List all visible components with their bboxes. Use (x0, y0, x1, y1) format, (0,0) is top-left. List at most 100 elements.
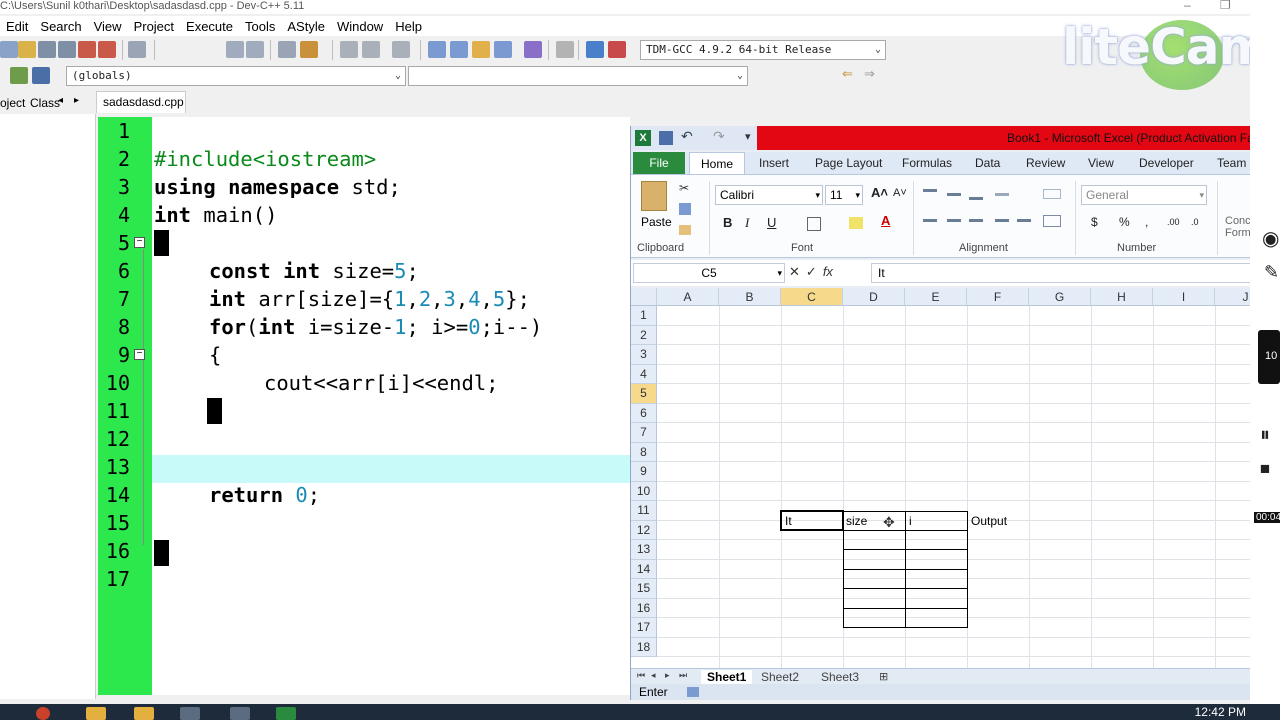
compiler-select[interactable]: TDM-GCC 4.9.2 64-bit Release ⌄ (640, 40, 886, 60)
column-header[interactable]: H (1091, 288, 1153, 306)
menu-execute[interactable]: Execute (180, 19, 239, 34)
tab-team[interactable]: Team (1217, 156, 1246, 170)
save-icon[interactable] (659, 131, 673, 145)
row-header[interactable]: 7 (631, 423, 657, 443)
column-header[interactable]: D (843, 288, 905, 306)
orientation-icon[interactable] (995, 193, 1009, 196)
cancel-entry-icon[interactable]: ✕ (789, 264, 800, 279)
sheet-tab-2[interactable]: Sheet2 (761, 670, 799, 684)
fold-minus-icon[interactable]: − (134, 349, 145, 360)
copy-icon[interactable] (679, 203, 691, 215)
folder-icon[interactable] (134, 707, 154, 720)
formula-input[interactable]: It (871, 263, 1250, 283)
chevron-left-icon[interactable]: ◂ (58, 95, 63, 106)
column-header[interactable]: G (1029, 288, 1091, 306)
align-center-icon[interactable] (947, 219, 961, 222)
increase-decimal-icon[interactable]: .00 (1167, 217, 1180, 227)
forward-icon[interactable] (362, 41, 380, 58)
font-size-select[interactable]: 11 ▾ (825, 185, 863, 205)
rebuild-icon[interactable] (494, 41, 512, 58)
menu-window[interactable]: Window (331, 19, 389, 34)
align-left-icon[interactable] (923, 219, 937, 222)
paste-icon[interactable] (641, 181, 667, 211)
first-sheet-icon[interactable]: ⏮ (637, 670, 645, 681)
column-header[interactable]: J (1215, 288, 1250, 306)
undo-arrow-icon[interactable]: ⇐ (842, 66, 853, 82)
align-bottom-icon[interactable] (969, 197, 983, 200)
worksheet-grid[interactable]: A B C D E F G H I J 1 2 3 4 5 6 7 8 9 10 11 12 13 14 1… (631, 288, 1250, 668)
align-middle-icon[interactable] (947, 193, 961, 196)
row-header[interactable]: 12 (631, 520, 657, 540)
align-top-icon[interactable] (923, 189, 937, 192)
font-color-icon[interactable]: A (881, 213, 890, 228)
sheet-tab-1[interactable]: Sheet1 (701, 670, 753, 684)
shrink-font-icon[interactable]: A˅ (893, 187, 907, 199)
pen-icon[interactable]: ✎ (1264, 262, 1279, 283)
function-select[interactable]: ⌄ (408, 66, 748, 86)
row-header[interactable]: 17 (631, 618, 657, 638)
stop-icon[interactable] (556, 41, 574, 58)
tab-formulas[interactable]: Formulas (902, 156, 952, 170)
fill-color-icon[interactable] (849, 217, 863, 229)
increase-indent-icon[interactable] (1017, 219, 1031, 222)
compile-run-icon[interactable] (472, 41, 490, 58)
row-header[interactable]: 13 (631, 540, 657, 560)
borders-icon[interactable] (807, 217, 821, 231)
file-explorer-icon[interactable] (86, 707, 106, 720)
maximize-icon[interactable]: ❐ (1220, 0, 1231, 12)
underline-button[interactable]: U (767, 215, 776, 230)
row-header[interactable]: 10 (631, 481, 657, 501)
menu-search[interactable]: Search (34, 19, 87, 34)
browser-icon[interactable] (36, 707, 50, 720)
wrap-text-icon[interactable] (1043, 189, 1061, 199)
tab-view[interactable]: View (1088, 156, 1114, 170)
chevron-right-icon[interactable]: ▸ (74, 95, 79, 106)
insert-sheet-icon[interactable]: ⊞ (879, 670, 888, 683)
compile-icon[interactable] (428, 41, 446, 58)
decrease-indent-icon[interactable] (995, 219, 1009, 222)
conditional-formatting-label[interactable]: Conc (1225, 215, 1250, 227)
paste-label[interactable]: Paste (641, 215, 672, 229)
tab-developer[interactable]: Developer (1139, 156, 1194, 170)
cell-c5[interactable]: It (783, 512, 792, 530)
row-header[interactable]: 5 (631, 384, 657, 404)
row-header[interactable]: 9 (631, 462, 657, 482)
name-box[interactable]: C5 ▾ (633, 263, 785, 283)
font-name-select[interactable]: Calibri ▾ (715, 185, 823, 205)
currency-icon[interactable]: $ (1091, 215, 1098, 229)
cut-icon[interactable]: ✂ (679, 181, 689, 195)
row-header[interactable]: 2 (631, 325, 657, 345)
open-file-icon[interactable] (18, 41, 36, 58)
undo-icon[interactable]: ↶ (681, 128, 693, 145)
row-header[interactable]: 15 (631, 579, 657, 599)
sheet-tab-3[interactable]: Sheet3 (821, 670, 859, 684)
close-file-icon[interactable] (78, 41, 96, 58)
app-icon[interactable] (180, 707, 200, 720)
format-painter-icon[interactable] (679, 225, 691, 235)
menu-tools[interactable]: Tools (239, 19, 281, 34)
row-header[interactable]: 8 (631, 442, 657, 462)
row-header[interactable]: 18 (631, 637, 657, 657)
goto-icon[interactable] (392, 41, 410, 58)
italic-button[interactable]: I (745, 215, 749, 231)
cell-f5[interactable]: Output (969, 512, 1007, 530)
chart-icon[interactable] (586, 41, 604, 58)
indent-icon[interactable] (278, 41, 296, 58)
menu-edit[interactable]: Edit (0, 19, 34, 34)
menu-help[interactable]: Help (389, 19, 428, 34)
replace-icon[interactable] (246, 41, 264, 58)
comma-icon[interactable]: , (1145, 215, 1148, 229)
tab-file[interactable]: File (633, 152, 685, 174)
tab-review[interactable]: Review (1026, 156, 1065, 170)
row-header[interactable]: 6 (631, 403, 657, 423)
find-icon[interactable] (226, 41, 244, 58)
row-header[interactable]: 14 (631, 559, 657, 579)
back-icon[interactable] (340, 41, 358, 58)
redo-icon[interactable]: ↷ (713, 128, 725, 145)
menu-astyle[interactable]: AStyle (281, 19, 331, 34)
stop-icon[interactable]: ⏹ (1260, 458, 1270, 481)
tab-classes[interactable]: Class (30, 96, 60, 110)
tab-page-layout[interactable]: Page Layout (815, 156, 882, 170)
scope-select[interactable]: (globals) ⌄ (66, 66, 406, 86)
row-header[interactable]: 11 (631, 501, 657, 521)
